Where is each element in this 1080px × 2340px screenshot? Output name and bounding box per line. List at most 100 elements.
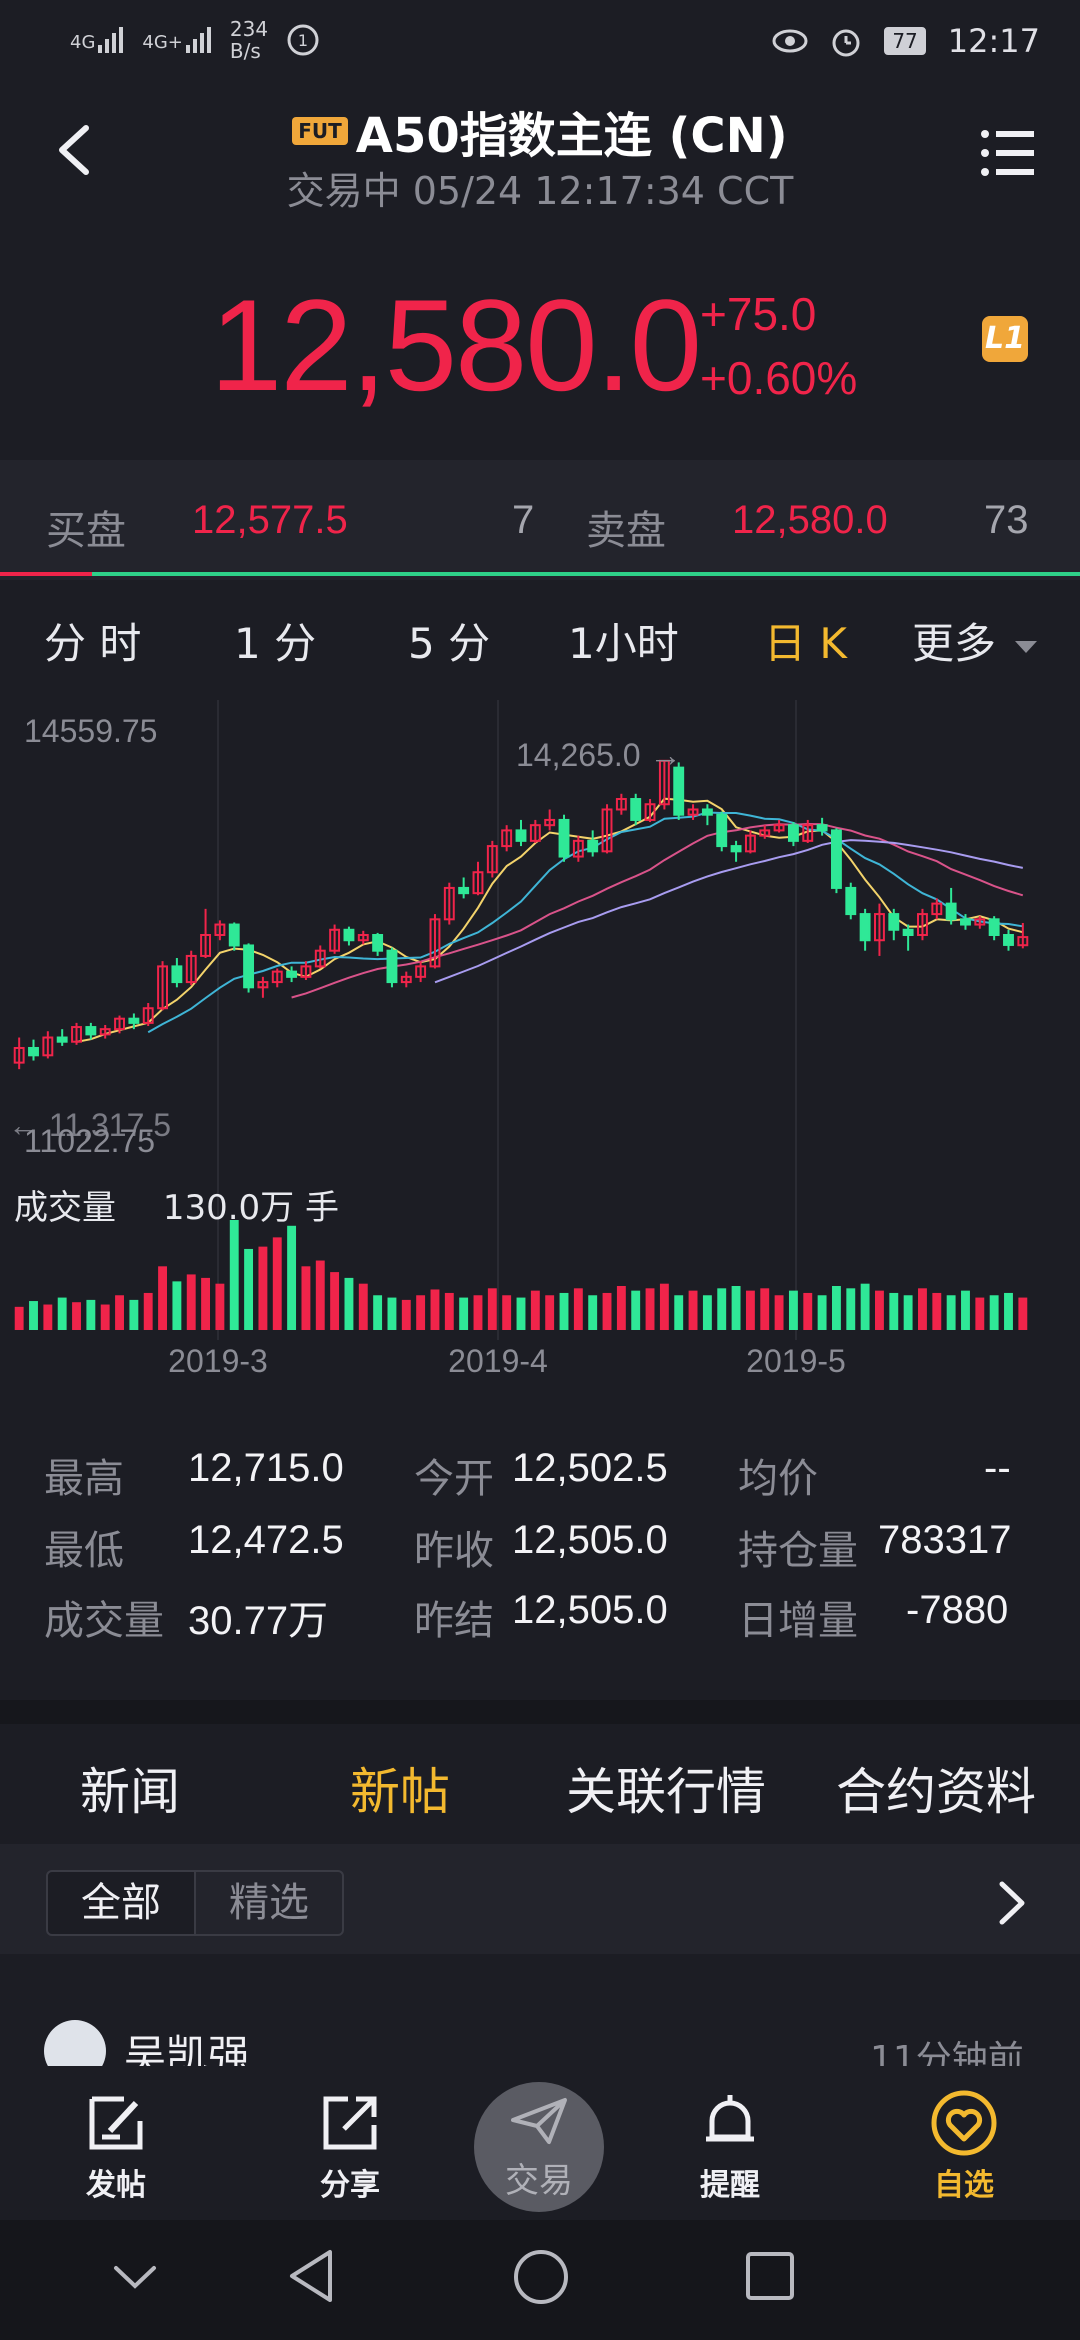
volume-bar [244, 1248, 254, 1330]
volume-bar [961, 1290, 970, 1330]
tab-news[interactable]: 新闻 [80, 1752, 180, 1824]
tab-new-posts[interactable]: 新帖 [350, 1752, 450, 1824]
kline-svg: 14559.7511022.7514,265.0 →← 11,317.52019… [8, 700, 1029, 1379]
recents-square-icon[interactable] [744, 2250, 796, 2302]
kline-chart[interactable]: 14559.75 11022.75 14,265.0 → ← 11,317.5 2019… [0, 700, 1080, 1390]
volume-bar [86, 1299, 96, 1330]
network-type-1: 4G [70, 32, 96, 53]
volume-bar [416, 1295, 426, 1330]
candle-body [816, 824, 828, 832]
volume-bar [831, 1286, 841, 1330]
volume-bar [344, 1277, 354, 1330]
volume-bar [745, 1290, 755, 1330]
alert-button[interactable]: 提醒 [660, 2086, 800, 2204]
filter-all[interactable]: 全部 [46, 1870, 196, 1936]
tab-related-quotes[interactable]: 关联行情 [566, 1752, 766, 1824]
chevron-down-icon[interactable] [112, 2260, 158, 2294]
candle-body [960, 918, 971, 926]
volume-bar [688, 1290, 698, 1330]
signal-bars-icon [98, 27, 124, 53]
signal-icon: 4G [70, 27, 124, 53]
post-button[interactable]: 发帖 [46, 2086, 186, 2204]
candle-body [859, 913, 871, 942]
volume-bar [115, 1295, 124, 1330]
ma20-line [291, 822, 1024, 999]
eye-icon [772, 29, 808, 53]
stat-prev-close-label: 昨收 [414, 1528, 494, 1574]
period-tabs: 分 时 1 分 5 分 1小时 日 K 更多 [0, 610, 1080, 690]
volume-bar [473, 1295, 483, 1330]
volume-bar [975, 1297, 985, 1330]
volume-bar [788, 1290, 798, 1330]
candle-body [171, 965, 183, 984]
tab-1min[interactable]: 1 分 [234, 610, 316, 671]
stat-oi: 783317 [878, 1518, 1012, 1562]
candle-body [558, 818, 570, 858]
tab-5min[interactable]: 5 分 [408, 610, 490, 671]
volume-bar [401, 1299, 411, 1330]
candle-body [730, 845, 742, 853]
volume-bar [717, 1288, 727, 1330]
compose-icon [89, 2096, 143, 2150]
net-speed-value: 234 [229, 17, 269, 41]
stat-open: 12,502.5 [512, 1446, 668, 1490]
home-circle-icon[interactable] [512, 2248, 570, 2306]
trade-button-label: 交易 [505, 2161, 573, 2201]
volume-bar [803, 1292, 813, 1330]
volume-bar [487, 1288, 497, 1330]
candle-body [515, 829, 527, 842]
share-button[interactable]: 分享 [280, 2086, 420, 2204]
trade-button[interactable]: 交易 [474, 2082, 604, 2212]
stat-open-label: 今开 [414, 1456, 494, 1502]
page-title: FUT A50指数主连 (CN) [0, 96, 1080, 166]
instrument-name: A50指数主连 (CN) [355, 108, 788, 164]
volume-bar [846, 1288, 856, 1330]
news-tabs: 新闻 新帖 关联行情 合约资料 [0, 1724, 1080, 1844]
volume-bar [502, 1295, 512, 1330]
volume-value: 130.0万 手 [162, 1188, 339, 1228]
volume-bar [817, 1295, 827, 1330]
tab-timeshare[interactable]: 分 时 [44, 610, 141, 671]
candle-body [85, 1026, 97, 1036]
status-bar: 4G 4G+ 234 B/s 1 77 12:17 [0, 0, 1080, 90]
level-1-badge[interactable]: L1 [982, 316, 1028, 362]
system-nav-bar [0, 2220, 1080, 2340]
filter-featured[interactable]: 精选 [194, 1870, 344, 1936]
tab-1hour[interactable]: 1小时 [568, 610, 679, 671]
volume-bar [860, 1283, 870, 1330]
list-menu-icon [981, 130, 1034, 176]
network-type-2: 4G+ [142, 32, 183, 53]
volume-bar [616, 1286, 626, 1330]
bell-icon [706, 2095, 754, 2142]
status-left: 4G 4G+ 234 B/s 1 [70, 18, 320, 62]
candle-body [128, 1017, 140, 1024]
stats-panel: 最高 12,715.0 今开 12,502.5 均价 -- 最低 12,472.… [0, 1420, 1080, 1700]
back-triangle-icon[interactable] [286, 2248, 336, 2304]
menu-button[interactable] [980, 128, 1036, 178]
bid-quantity: 7 [512, 498, 535, 542]
battery-icon: 77 [884, 27, 926, 55]
volume-bar [1004, 1292, 1013, 1330]
volume-bar [459, 1297, 469, 1330]
candle-body [1003, 934, 1014, 946]
x-tick-label: 2019-3 [168, 1343, 268, 1379]
candle-body [787, 824, 799, 842]
bid-ask-ratio-bar [0, 572, 1080, 576]
chevron-right-icon[interactable] [994, 1878, 1030, 1928]
volume-bar [645, 1288, 655, 1330]
volume-bar [287, 1225, 297, 1330]
volume-bar [158, 1266, 167, 1330]
order-book-bar [0, 460, 1080, 580]
volume-bar [444, 1292, 454, 1330]
tab-daily-k[interactable]: 日 K [764, 610, 847, 671]
volume-bar [903, 1295, 913, 1330]
tab-contract-info[interactable]: 合约资料 [836, 1752, 1036, 1824]
watchlist-button[interactable]: 自选 [894, 2086, 1034, 2204]
caret-down-icon [1015, 640, 1038, 653]
last-price: 12,580.0 [210, 272, 702, 418]
volume-bar [588, 1295, 598, 1330]
candle-body [945, 902, 957, 921]
tab-more[interactable]: 更多 [912, 610, 1039, 671]
volume-bar [674, 1295, 684, 1330]
stat-prev-settle: 12,505.0 [512, 1588, 668, 1632]
